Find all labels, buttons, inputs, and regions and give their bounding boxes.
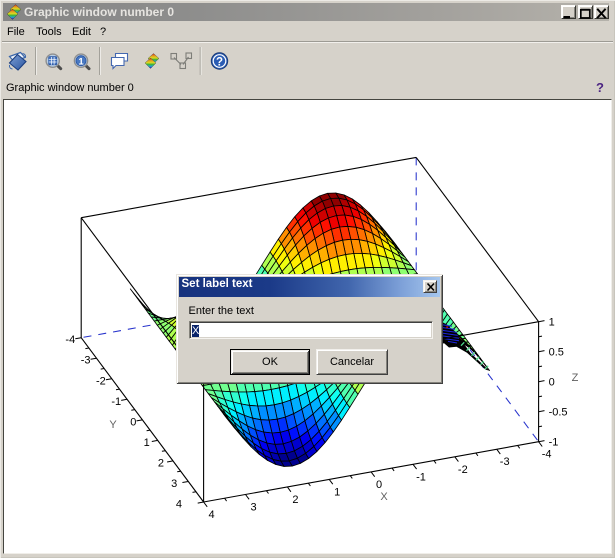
svg-text:?: ?	[216, 56, 223, 68]
svg-text:1: 1	[78, 56, 84, 67]
